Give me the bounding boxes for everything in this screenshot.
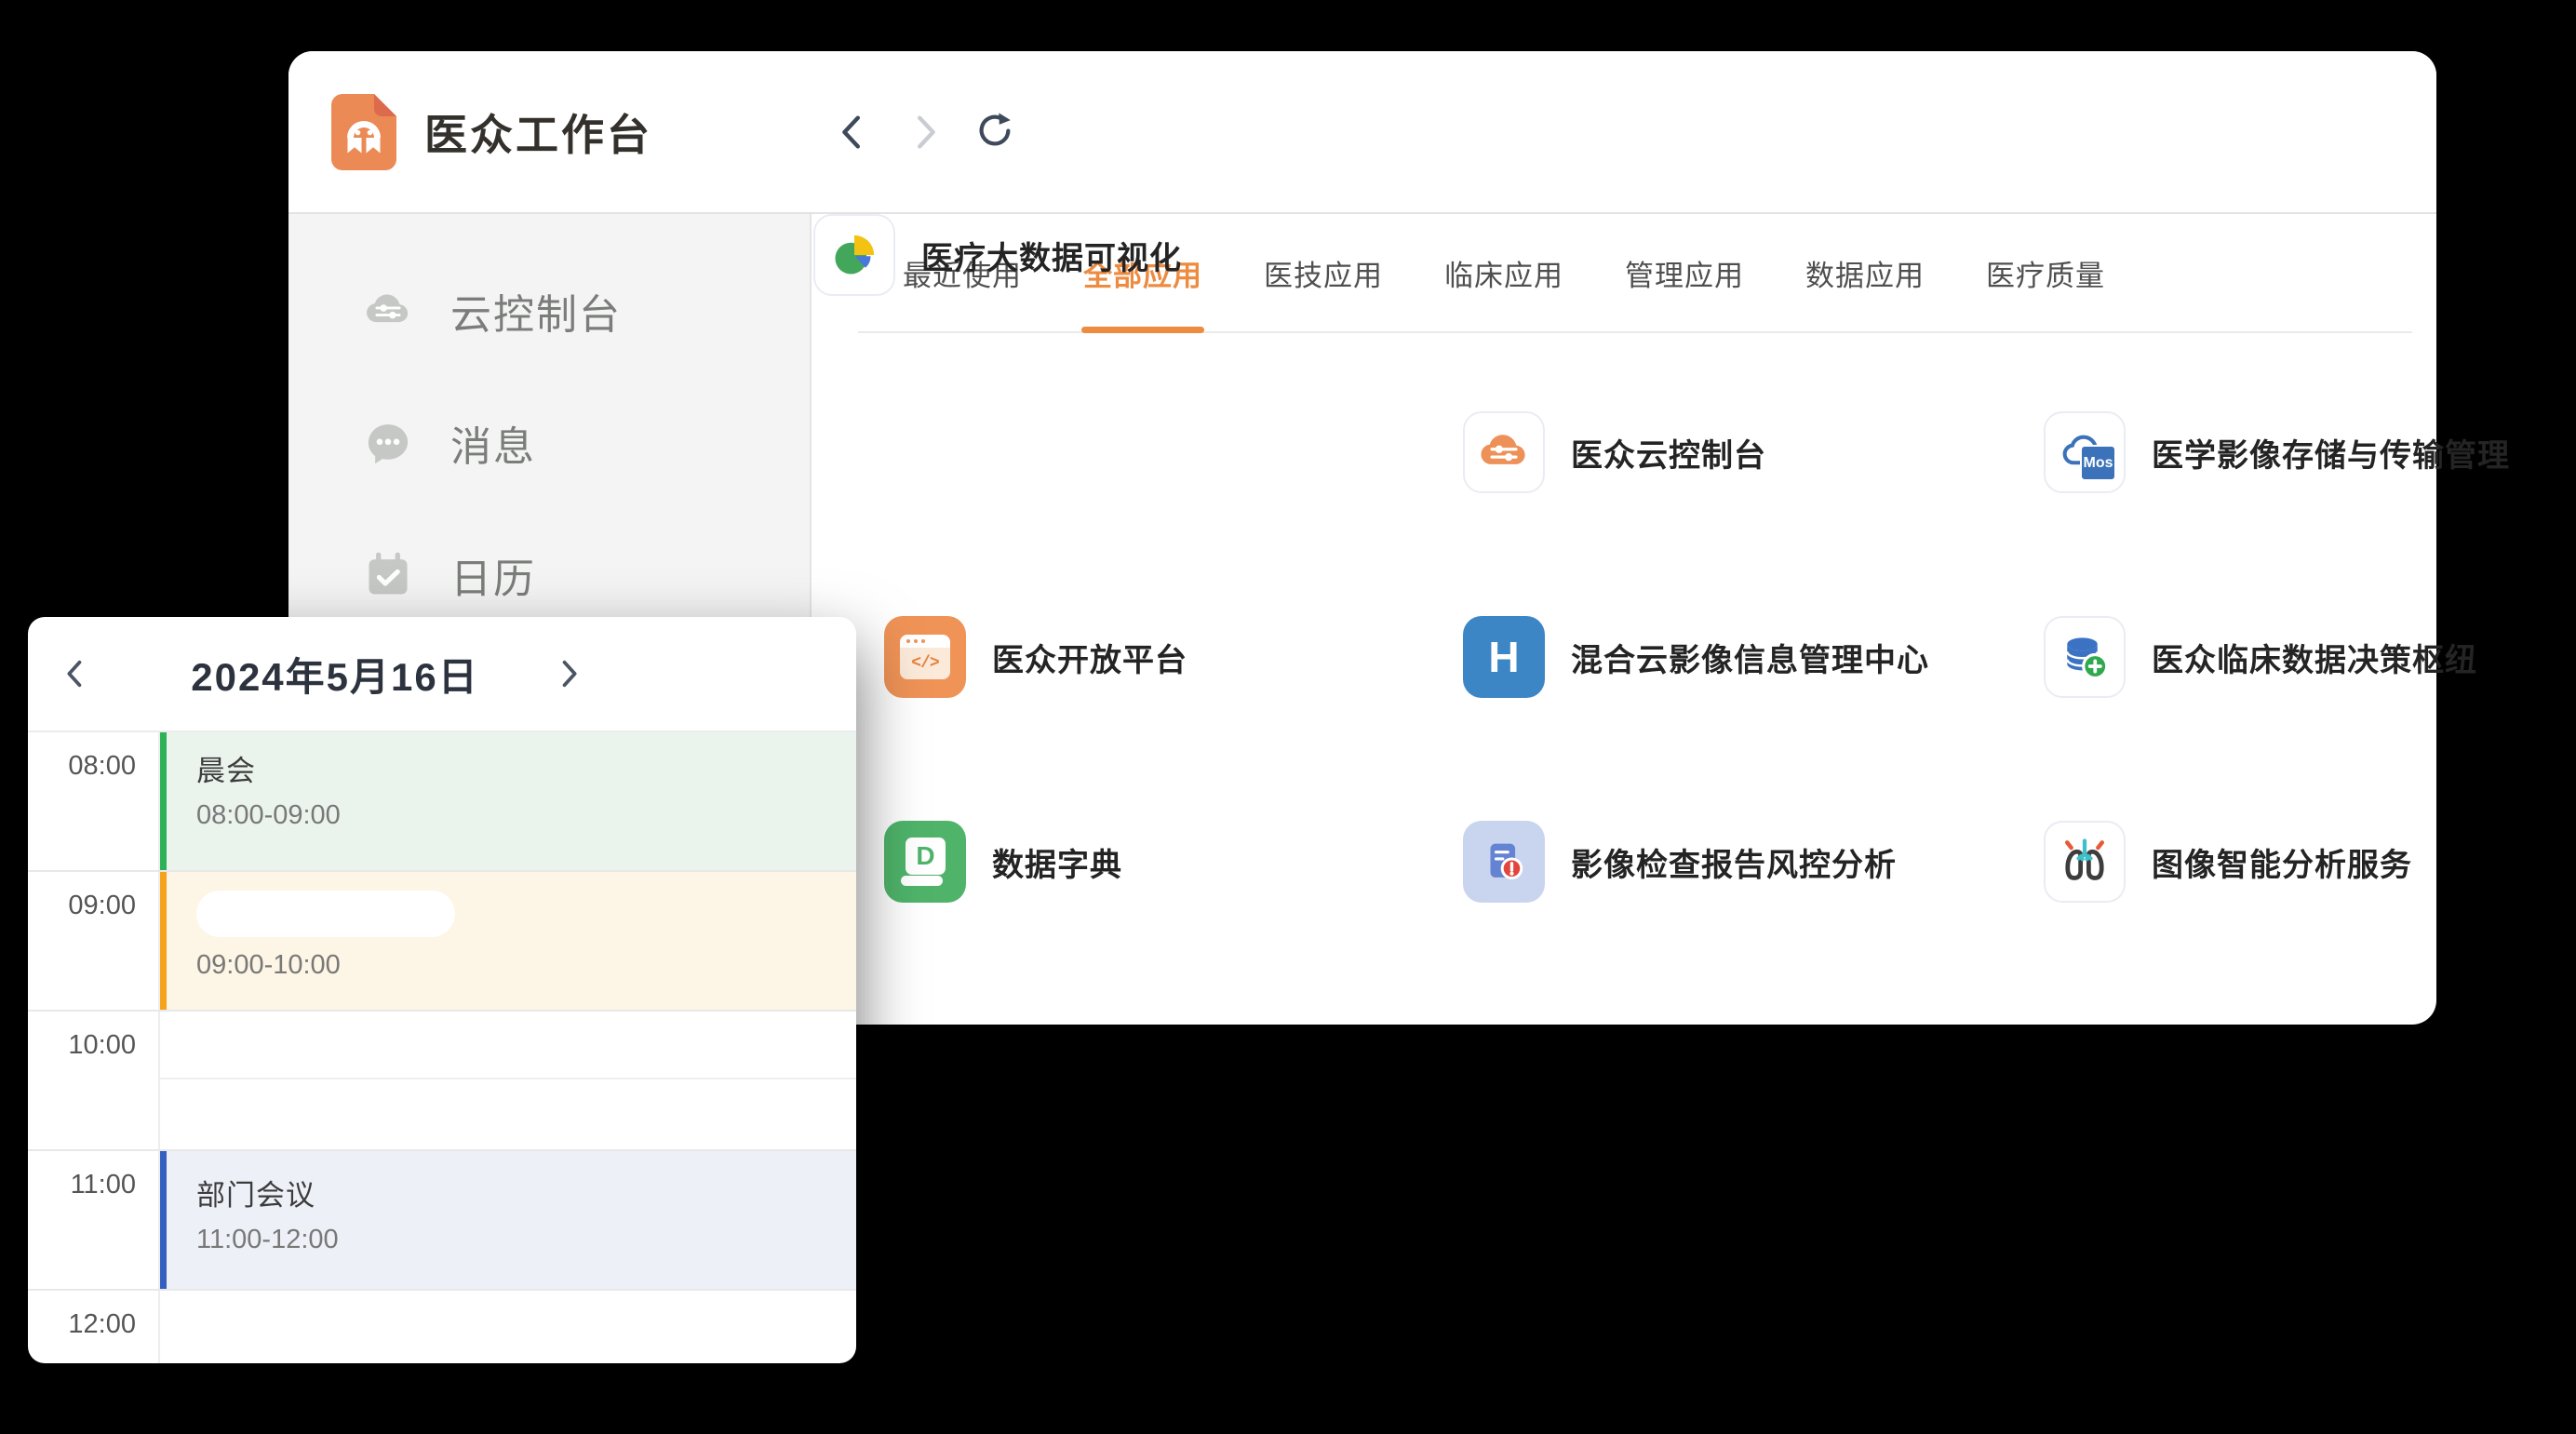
tab-admin-apps[interactable]: 管理应用	[1625, 214, 1744, 331]
event-time: 11:00-12:00	[196, 1225, 856, 1255]
code-glyph: </>	[900, 648, 950, 679]
time-label: 11:00	[71, 1170, 136, 1200]
app-title: 医众工作台	[424, 101, 652, 163]
time-label: 12:00	[68, 1309, 136, 1340]
event-time: 09:00-10:00	[196, 950, 856, 981]
report-risk-icon	[1463, 821, 1545, 903]
app-label: 医疗大数据可视化	[921, 233, 1182, 278]
calendar-hour-row: 09:00 09:00-10:00	[28, 872, 856, 1012]
app-label: 混合云影像信息管理中心	[1571, 635, 1929, 680]
app-item-pacs[interactable]: Mos 医学影像存储与传输管理	[2044, 411, 2510, 493]
calendar-event-redacted[interactable]: 09:00-10:00	[160, 872, 856, 1010]
app-label: 医众开放平台	[992, 635, 1187, 680]
redacted-event-title	[196, 891, 455, 937]
tab-clinical-apps[interactable]: 临床应用	[1444, 214, 1563, 331]
app-label: 数据字典	[992, 839, 1122, 885]
app-label: 医学影像存储与传输管理	[2152, 430, 2510, 476]
cloud-console-icon	[361, 284, 415, 338]
refresh-button[interactable]	[973, 111, 1016, 154]
app-item-cloud-console[interactable]: 医众云控制台	[1463, 411, 1766, 493]
sidebar-item-label: 云控制台	[450, 281, 622, 341]
calendar-next-button[interactable]	[547, 652, 590, 695]
forward-button[interactable]	[903, 111, 946, 154]
pie-chart-icon	[813, 214, 895, 296]
main-content: 最近使用 全部应用 医技应用 临床应用 管理应用 数据应用 医疗质量 医众云控制…	[813, 214, 2436, 1025]
calendar-hour-row: 11:00 部门会议 11:00-12:00	[28, 1151, 856, 1291]
event-title: 部门会议	[196, 1172, 856, 1213]
app-item-hybrid-cloud-center[interactable]: H 混合云影像信息管理中心	[1463, 616, 1929, 698]
calendar-prev-button[interactable]	[54, 652, 97, 695]
cloud-sliders-icon	[1463, 411, 1545, 493]
app-item-big-data-visualization[interactable]: 医疗大数据可视化	[813, 214, 1182, 296]
sidebar-item-cloud-console[interactable]: 云控制台	[288, 275, 810, 346]
time-label: 10:00	[68, 1030, 136, 1061]
app-label: 影像检查报告风控分析	[1571, 839, 1897, 885]
calendar-icon	[361, 548, 415, 602]
event-title: 晨会	[196, 747, 856, 789]
sidebar-item-calendar[interactable]: 日历	[288, 540, 810, 610]
message-icon	[361, 416, 415, 470]
event-time: 08:00-09:00	[196, 800, 856, 831]
app-item-open-platform[interactable]: </> 医众开放平台	[884, 616, 1187, 698]
calendar-event-department-meeting[interactable]: 部门会议 11:00-12:00	[160, 1151, 856, 1289]
open-platform-icon: </>	[884, 616, 966, 698]
calendar-hour-row: 10:00	[28, 1012, 856, 1151]
app-logo-icon	[331, 94, 396, 170]
sidebar-item-label: 消息	[450, 413, 536, 473]
data-dictionary-icon: D	[884, 821, 966, 903]
app-label: 医众云控制台	[1571, 430, 1766, 476]
calendar-event-morning-meeting[interactable]: 晨会 08:00-09:00	[160, 732, 856, 870]
time-label: 09:00	[68, 891, 136, 921]
tab-medical-quality[interactable]: 医疗质量	[1986, 214, 2105, 331]
calendar-hour-row: 12:00	[28, 1291, 856, 1363]
app-label: 图像智能分析服务	[2152, 839, 2412, 885]
h-letter-glyph: H	[1488, 632, 1519, 682]
lungs-icon	[2044, 821, 2126, 903]
mos-cloud-icon: Mos	[2044, 411, 2126, 493]
app-item-data-dictionary[interactable]: D 数据字典	[884, 821, 1122, 903]
browser-nav	[832, 51, 1016, 212]
window-header: 医众工作台	[288, 51, 2436, 214]
app-item-image-ai-analysis[interactable]: 图像智能分析服务	[2044, 821, 2412, 903]
tab-data-apps[interactable]: 数据应用	[1805, 214, 1925, 331]
mos-badge: Mos	[2080, 445, 2116, 481]
calendar-header: 2024年5月16日	[28, 617, 856, 732]
hybrid-cloud-icon: H	[1463, 616, 1545, 698]
app-label: 医众临床数据决策枢纽	[2152, 635, 2477, 680]
d-letter-glyph: D	[906, 838, 946, 875]
calendar-hour-row: 08:00 晨会 08:00-09:00	[28, 732, 856, 872]
tab-medtech-apps[interactable]: 医技应用	[1264, 214, 1383, 331]
back-button[interactable]	[832, 111, 875, 154]
app-item-clinical-data-hub[interactable]: 医众临床数据决策枢纽	[2044, 616, 2477, 698]
sidebar-item-messages[interactable]: 消息	[288, 408, 810, 478]
app-item-report-risk-analysis[interactable]: 影像检查报告风控分析	[1463, 821, 1897, 903]
time-label: 08:00	[68, 751, 136, 782]
calendar-date: 2024年5月16日	[149, 617, 521, 730]
sidebar-item-label: 日历	[450, 545, 536, 605]
clinical-database-icon	[2044, 616, 2126, 698]
calendar-panel: 2024年5月16日 08:00 晨会 08:00-09:00 09:00 09…	[28, 617, 856, 1363]
